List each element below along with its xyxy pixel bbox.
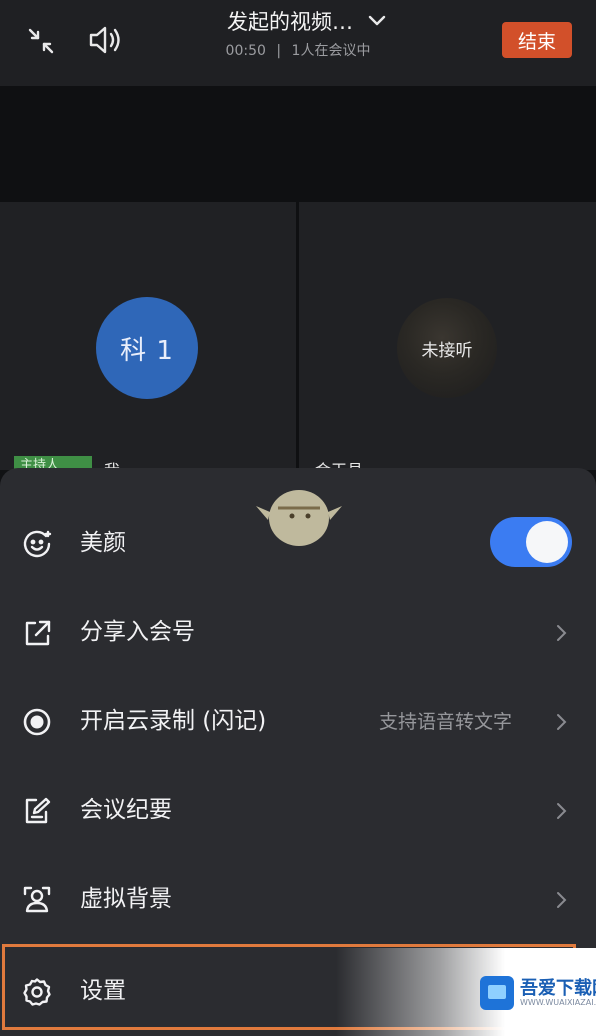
menu-item-label: 美颜 — [80, 530, 126, 556]
virtual-background-icon — [23, 886, 51, 913]
participant-tile-other[interactable]: 未接听 金玉县 — [299, 202, 596, 470]
site-watermark: 吾爱下载网 WWW.WUAIXIAZAI.COM — [336, 948, 596, 1036]
menu-item-minutes[interactable]: 会议纪要 — [0, 765, 596, 855]
chevron-right-icon — [557, 892, 567, 908]
watermark-subtext: WWW.WUAIXIAZAI.COM — [520, 998, 596, 1007]
mascot-watermark-icon — [256, 490, 342, 546]
record-dot-icon — [23, 708, 51, 736]
share-external-icon — [25, 620, 51, 646]
toggle-knob — [526, 521, 568, 563]
meeting-title: 发起的视频… — [227, 10, 353, 34]
beauty-toggle[interactable] — [490, 517, 572, 567]
menu-item-cloud-record[interactable]: 开启云录制 (闪记) 支持语音转文字 — [0, 676, 596, 766]
meeting-notes-icon — [25, 797, 51, 824]
beauty-face-icon — [23, 530, 52, 558]
chevron-right-icon — [557, 803, 567, 819]
site-logo-icon — [480, 976, 514, 1010]
participant-tile-self[interactable]: 科 1 主持人 我 — [0, 202, 296, 470]
chevron-right-icon — [557, 714, 567, 730]
menu-item-label: 会议纪要 — [80, 797, 172, 823]
menu-item-virtual-background[interactable]: 虚拟背景 — [0, 854, 596, 944]
watermark-text: 吾爱下载网 — [520, 978, 596, 999]
menu-item-label: 虚拟背景 — [80, 886, 172, 912]
call-header: 发起的视频… 00:50 | 1人在会议中 结束 — [0, 0, 596, 86]
menu-item-label: 分享入会号 — [80, 619, 195, 645]
menu-item-share[interactable]: 分享入会号 — [0, 587, 596, 677]
end-meeting-button[interactable]: 结束 — [502, 22, 572, 58]
participant-count: 1人在会议中 — [291, 43, 371, 59]
status-separator: | — [276, 43, 282, 59]
menu-item-label: 开启云录制 (闪记) — [80, 708, 267, 734]
chevron-down-icon[interactable] — [367, 13, 387, 32]
avatar: 未接听 — [397, 298, 497, 398]
chevron-right-icon — [557, 625, 567, 641]
avatar: 科 1 — [96, 297, 198, 399]
meeting-duration: 00:50 — [225, 43, 266, 59]
menu-item-hint: 支持语音转文字 — [378, 711, 512, 733]
